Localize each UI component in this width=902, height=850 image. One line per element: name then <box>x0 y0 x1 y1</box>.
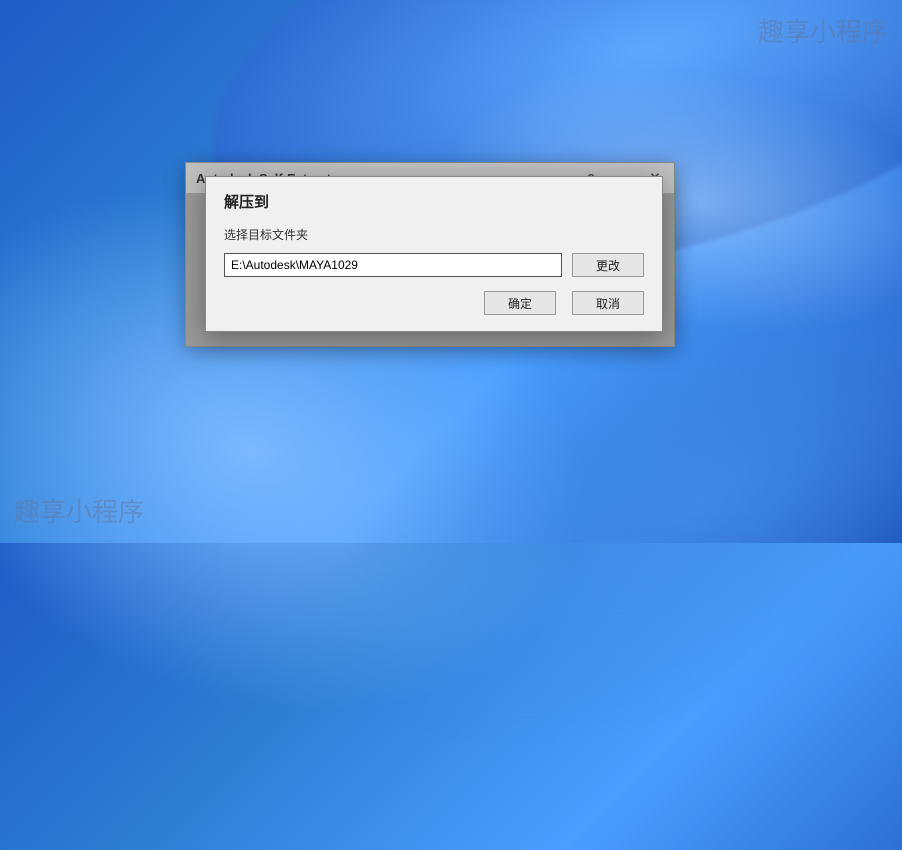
cancel-button[interactable]: 取消 <box>572 291 644 315</box>
dialog-title: 解压到 <box>224 191 644 212</box>
dialog-label: 选择目标文件夹 <box>224 226 644 243</box>
destination-path-input[interactable] <box>224 253 562 277</box>
change-button[interactable]: 更改 <box>572 253 644 277</box>
extract-dialog: 解压到 选择目标文件夹 更改 确定 取消 <box>205 176 663 332</box>
ok-button[interactable]: 确定 <box>484 291 556 315</box>
